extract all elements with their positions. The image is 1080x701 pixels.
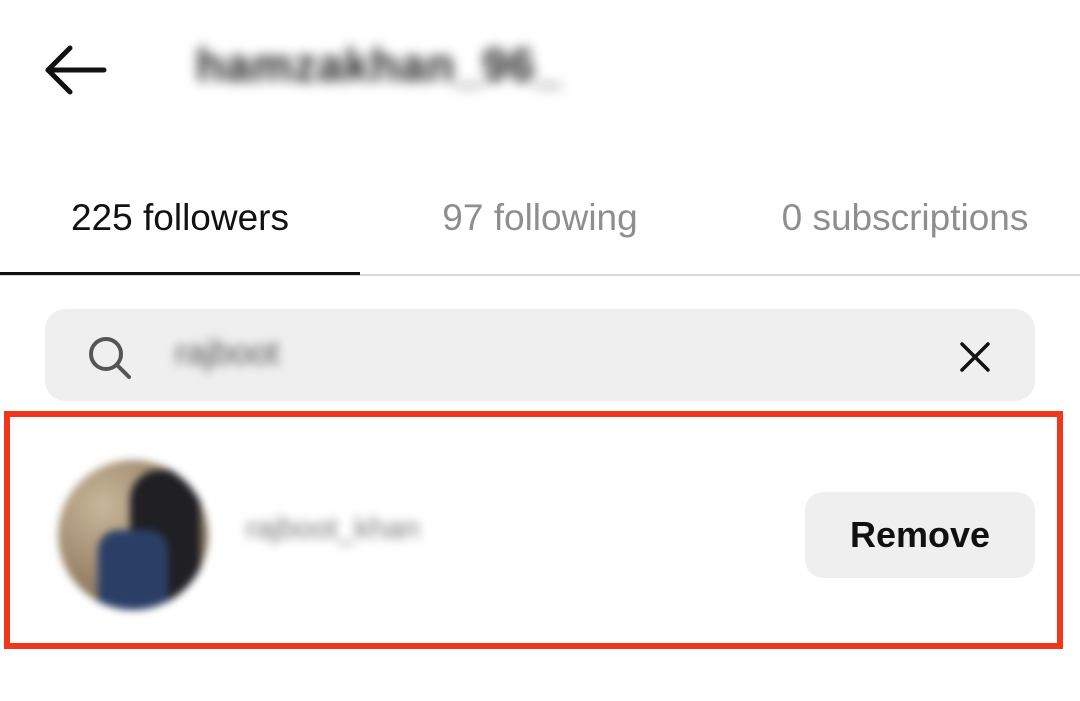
search-query-text: rajboot bbox=[175, 334, 279, 372]
top-bar: hamzakhan_96_ bbox=[0, 0, 1080, 150]
search-icon bbox=[86, 334, 134, 382]
profile-username: hamzakhan_96_ bbox=[196, 39, 562, 91]
close-icon[interactable] bbox=[956, 338, 994, 376]
tab-following[interactable]: 97 following bbox=[360, 188, 720, 248]
arrow-left-icon bbox=[45, 45, 107, 95]
tab-followers[interactable]: 225 followers bbox=[0, 188, 360, 248]
tab-subscriptions[interactable]: 0 subscriptions bbox=[720, 188, 1080, 248]
follow-tabs: 225 followers 97 following 0 subscriptio… bbox=[0, 150, 1080, 276]
avatar[interactable] bbox=[58, 460, 208, 610]
back-button[interactable] bbox=[40, 38, 112, 102]
remove-button[interactable]: Remove bbox=[805, 492, 1035, 578]
follower-username[interactable]: rajboot_khan bbox=[246, 512, 419, 546]
active-tab-indicator bbox=[0, 272, 360, 275]
